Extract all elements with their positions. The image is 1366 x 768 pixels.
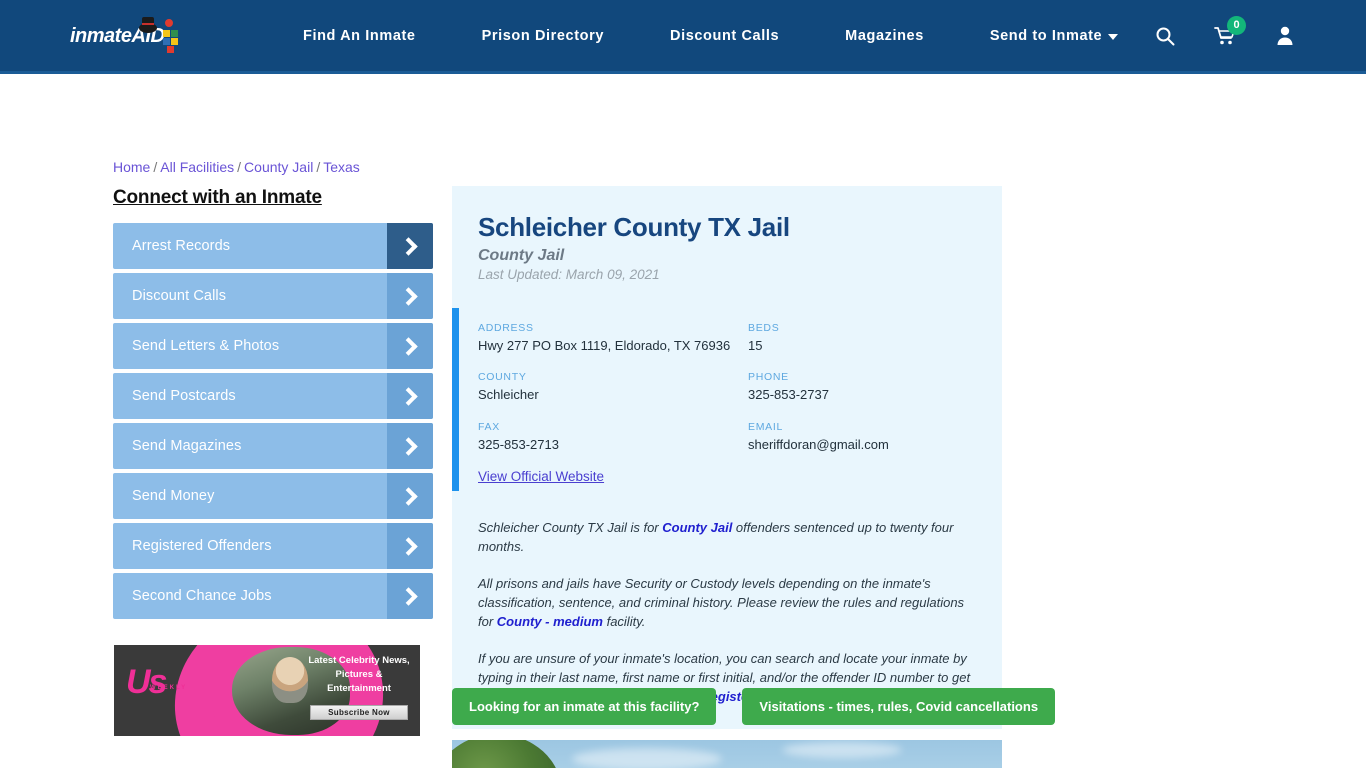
breadcrumb-item-texas[interactable]: Texas xyxy=(323,159,360,175)
chevron-right-icon xyxy=(387,223,433,269)
sidebar-item-label: Discount Calls xyxy=(132,288,227,304)
info-field-address: ADDRESS Hwy 277 PO Box 1119, Eldorado, T… xyxy=(478,322,748,354)
sidebar-item-send-magazines[interactable]: Send Magazines xyxy=(113,423,433,469)
breadcrumb-item-all-facilities[interactable]: All Facilities xyxy=(160,159,234,175)
desc-text: Schleicher County TX Jail is for xyxy=(478,519,663,535)
cloud xyxy=(782,742,902,758)
nav-discount-calls[interactable]: Discount Calls xyxy=(637,28,812,44)
looking-for-inmate-button[interactable]: Looking for an inmate at this facility? xyxy=(452,688,717,725)
breadcrumb: Home / All Facilities / County Jail / Texas xyxy=(113,159,360,175)
info-field-email: EMAIL sheriffdoran@gmail.com xyxy=(748,421,976,453)
facility-type: County Jail xyxy=(478,247,565,264)
main-navigation: Find An Inmate Prison Directory Discount… xyxy=(270,28,1151,44)
info-label: ADDRESS xyxy=(478,322,534,334)
site-header: inmateAID Find An Inmate Prison Director… xyxy=(0,0,1366,74)
sidebar-item-label: Second Chance Jobs xyxy=(132,588,272,604)
sidebar-item-send-letters-photos[interactable]: Send Letters & Photos xyxy=(113,323,433,369)
nav-label: Prison Directory xyxy=(481,27,605,44)
facility-header: Schleicher County TX Jail County Jail La… xyxy=(452,212,1002,282)
sidebar-item-arrest-records[interactable]: Arrest Records xyxy=(113,223,433,269)
nav-label: Magazines xyxy=(845,27,924,44)
chevron-right-icon xyxy=(387,423,433,469)
info-field-county: COUNTY Schleicher xyxy=(478,371,748,403)
nav-find-an-inmate[interactable]: Find An Inmate xyxy=(270,28,449,44)
ad-brand-logo: Us xyxy=(126,663,167,701)
info-label: EMAIL xyxy=(748,420,784,433)
last-updated: Last Updated: March 09, 2021 xyxy=(478,267,660,282)
breadcrumb-item-home[interactable]: Home xyxy=(113,159,150,175)
info-label: BEDS xyxy=(748,322,780,334)
site-logo[interactable]: inmateAID xyxy=(70,16,192,56)
nav-label: Discount Calls xyxy=(670,27,780,44)
facility-info: ADDRESS Hwy 277 PO Box 1119, Eldorado, T… xyxy=(452,308,1002,504)
info-label: FAX xyxy=(478,420,500,433)
view-official-website-link[interactable]: View Official Website xyxy=(478,469,604,484)
nav-magazines[interactable]: Magazines xyxy=(812,28,957,44)
description-paragraph-2: All prisons and jails have Security or C… xyxy=(478,574,976,632)
breadcrumb-separator: / xyxy=(237,159,242,175)
nav-prison-directory[interactable]: Prison Directory xyxy=(449,28,637,44)
info-value: 325-853-2737 xyxy=(748,387,829,403)
link-county-jail[interactable]: County Jail xyxy=(662,520,732,535)
sidebar: Connect with an Inmate Arrest Records Di… xyxy=(113,187,433,623)
chevron-down-icon xyxy=(1108,33,1119,40)
ad-subscribe-button[interactable]: Subscribe Now xyxy=(310,705,408,720)
facility-street-view-photo xyxy=(452,740,1002,768)
info-field-beds: BEDS 15 xyxy=(748,322,976,354)
sidebar-item-label: Send Postcards xyxy=(132,388,236,404)
sidebar-item-label: Send Magazines xyxy=(132,438,242,454)
search-icon[interactable] xyxy=(1154,24,1176,48)
info-field-fax: FAX 325-853-2713 xyxy=(478,421,748,453)
ad-copy-text: Latest Celebrity News, Pictures & Entert… xyxy=(308,655,410,694)
facility-panel: Schleicher County TX Jail County Jail La… xyxy=(452,186,1002,729)
info-label: COUNTY xyxy=(478,371,527,384)
info-value: Schleicher xyxy=(478,387,539,403)
sidebar-ad-banner[interactable]: Us WEEKLY Latest Celebrity News, Picture… xyxy=(114,645,420,736)
sidebar-item-label: Send Money xyxy=(132,488,215,504)
info-value: sheriffdoran@gmail.com xyxy=(748,436,889,452)
page-title: Schleicher County TX Jail xyxy=(478,212,790,242)
info-value: 325-853-2713 xyxy=(478,436,559,452)
breadcrumb-separator: / xyxy=(153,159,158,175)
sidebar-item-second-chance-jobs[interactable]: Second Chance Jobs xyxy=(113,573,433,619)
description-paragraph-1: Schleicher County TX Jail is for County … xyxy=(478,518,976,557)
cta-button-row: Looking for an inmate at this facility? … xyxy=(452,688,1056,725)
shopping-cart-icon[interactable]: 0 xyxy=(1214,15,1246,48)
header-icon-group: 0 xyxy=(1154,15,1306,48)
breadcrumb-item-county-jail[interactable]: County Jail xyxy=(244,159,313,175)
breadcrumb-separator: / xyxy=(316,159,321,175)
chevron-right-icon xyxy=(387,323,433,369)
link-county-medium[interactable]: County - medium xyxy=(497,614,603,629)
info-value: 15 xyxy=(748,338,763,353)
chevron-right-icon xyxy=(387,473,433,519)
info-value: Hwy 277 PO Box 1119, Eldorado, TX 76936 xyxy=(478,338,731,353)
chevron-right-icon xyxy=(387,373,433,419)
chevron-right-icon xyxy=(387,573,433,619)
accent-bar xyxy=(452,308,459,491)
sidebar-item-registered-offenders[interactable]: Registered Offenders xyxy=(113,523,433,569)
nav-label: Send to Inmate xyxy=(989,27,1103,44)
visitations-button[interactable]: Visitations - times, rules, Covid cancel… xyxy=(742,688,1056,725)
sidebar-item-label: Send Letters & Photos xyxy=(132,338,280,354)
inmate-aid-logo-icon xyxy=(139,16,178,53)
sidebar-item-send-postcards[interactable]: Send Postcards xyxy=(113,373,433,419)
chevron-right-icon xyxy=(387,273,433,319)
sidebar-item-label: Arrest Records xyxy=(132,238,231,254)
sidebar-item-label: Registered Offenders xyxy=(132,538,272,554)
desc-text: facility. xyxy=(602,614,646,630)
facility-info-grid: ADDRESS Hwy 277 PO Box 1119, Eldorado, T… xyxy=(478,322,976,453)
sidebar-title: Connect with an Inmate xyxy=(113,187,322,208)
cart-count-badge: 0 xyxy=(1227,15,1246,35)
chevron-right-icon xyxy=(387,523,433,569)
info-label: PHONE xyxy=(748,371,789,384)
info-field-phone: PHONE 325-853-2737 xyxy=(748,371,976,403)
user-account-icon[interactable] xyxy=(1274,24,1296,48)
sidebar-item-discount-calls[interactable]: Discount Calls xyxy=(113,273,433,319)
nav-label: Find An Inmate xyxy=(303,27,416,44)
nav-send-to-inmate[interactable]: Send to Inmate xyxy=(957,28,1151,44)
sidebar-item-send-money[interactable]: Send Money xyxy=(113,473,433,519)
cloud xyxy=(572,748,722,768)
ad-brand-sub: WEEKLY xyxy=(150,685,188,691)
